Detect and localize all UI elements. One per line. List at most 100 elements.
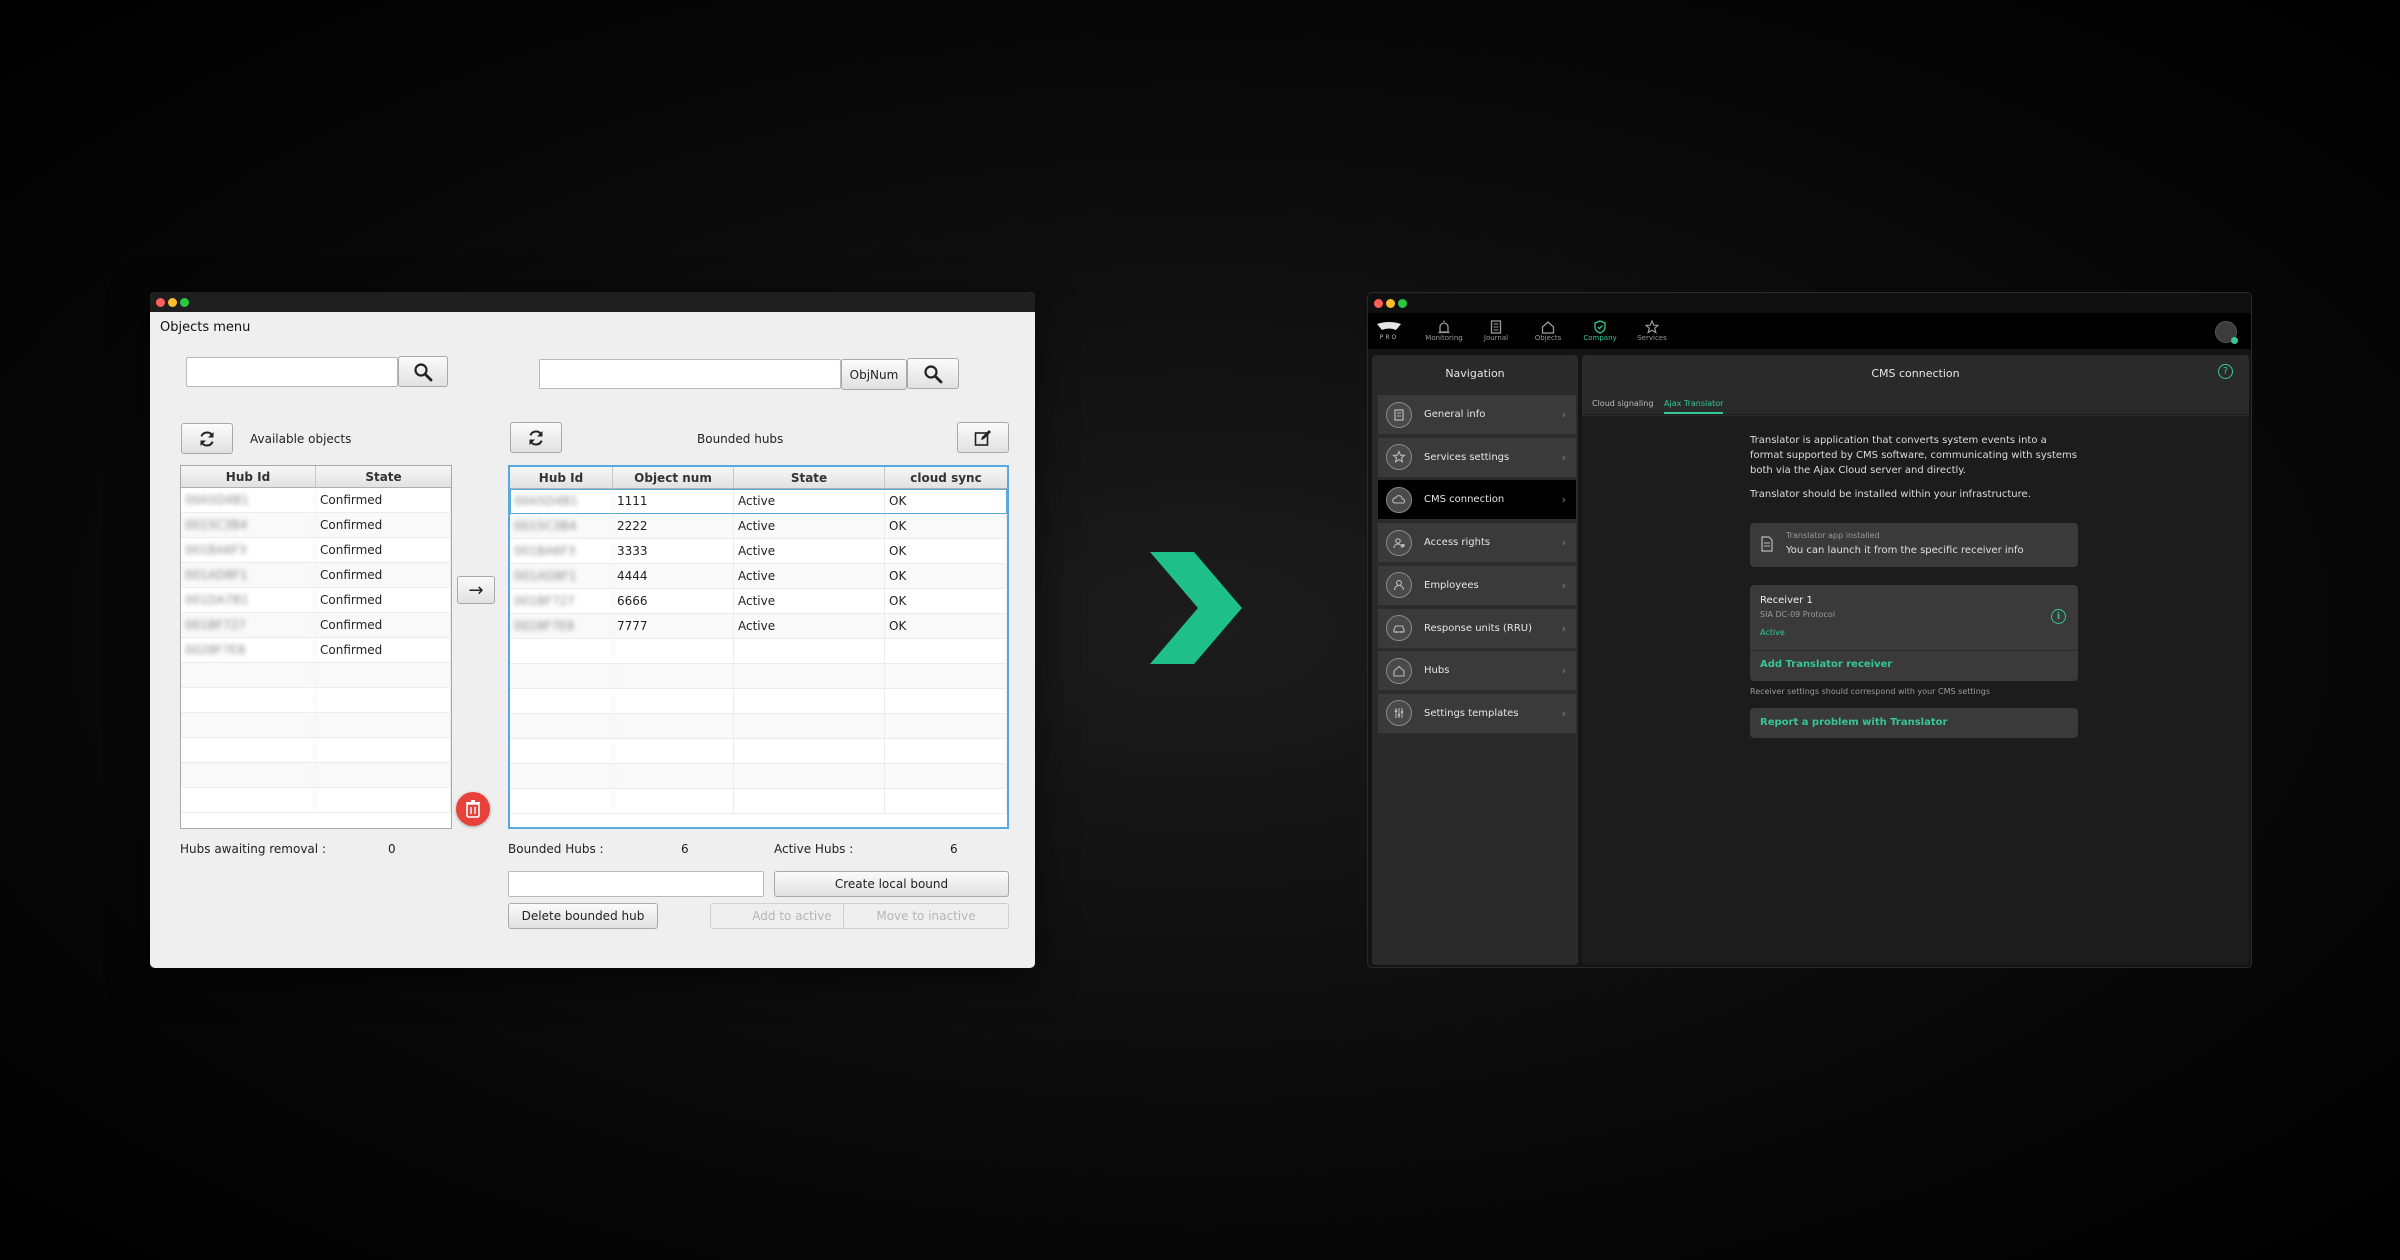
column-header[interactable]: cloud sync — [885, 467, 1007, 488]
sidebar-item-response-units[interactable]: Response units (RRU) › — [1378, 608, 1576, 649]
hub-id-cell: 001BF727 — [181, 613, 316, 637]
nav-company[interactable]: Company — [1574, 313, 1626, 349]
table-row[interactable] — [181, 738, 451, 763]
chevron-right-icon: › — [1561, 621, 1566, 635]
available-search-input[interactable] — [186, 357, 398, 387]
object-num-cell: 1111 — [613, 489, 734, 513]
table-row[interactable] — [510, 714, 1007, 739]
table-row[interactable]: 00A5D4B1 Confirmed — [181, 488, 451, 513]
transfer-arrow-button[interactable]: → — [457, 576, 495, 604]
nav-objects[interactable]: Objects — [1522, 313, 1574, 349]
table-row[interactable] — [181, 688, 451, 713]
report-problem-button[interactable]: Report a problem with Translator — [1750, 708, 2078, 738]
sidebar-item-hubs[interactable]: Hubs › — [1378, 651, 1576, 692]
object-num-cell: 2222 — [613, 514, 734, 538]
local-bound-input[interactable] — [508, 871, 764, 897]
cloud-sync-cell — [885, 789, 1007, 813]
delete-available-button[interactable] — [456, 792, 490, 826]
table-row[interactable]: 001DA7B1 Confirmed — [181, 588, 451, 613]
close-window-button[interactable] — [1374, 299, 1383, 308]
alarm-icon — [1438, 320, 1450, 334]
bounded-search-button[interactable] — [907, 358, 959, 389]
table-row[interactable]: 0028F7E8 Confirmed — [181, 638, 451, 663]
maximize-window-button[interactable] — [1398, 299, 1407, 308]
left-titlebar — [150, 292, 1035, 312]
refresh-available-button[interactable] — [181, 423, 233, 454]
user-avatar[interactable] — [2215, 321, 2238, 344]
nav-journal[interactable]: Journal — [1470, 313, 1522, 349]
table-row[interactable]: 0015C3B4 2222 Active OK — [510, 514, 1007, 539]
column-header[interactable]: State — [734, 467, 885, 488]
sidebar-item-employees[interactable]: Employees › — [1378, 565, 1576, 606]
table-row[interactable]: 0028F7E8 7777 Active OK — [510, 614, 1007, 639]
nav-services[interactable]: Services — [1626, 313, 1678, 349]
close-window-button[interactable] — [156, 298, 165, 307]
table-row[interactable] — [181, 713, 451, 738]
table-row[interactable] — [510, 639, 1007, 664]
sidebar-item-settings-templates[interactable]: Settings templates › — [1378, 693, 1576, 734]
refresh-bounded-button[interactable] — [510, 422, 562, 453]
object-num-cell — [613, 739, 734, 763]
column-header[interactable]: Object num — [613, 467, 734, 488]
maximize-window-button[interactable] — [180, 298, 189, 307]
help-icon[interactable]: ? — [2218, 364, 2233, 379]
objnum-button[interactable]: ObjNum — [841, 359, 907, 390]
table-row[interactable]: 001AD8F1 4444 Active OK — [510, 564, 1007, 589]
move-to-inactive-button[interactable]: Move to inactive — [843, 903, 1009, 929]
ajax-logo: PRO — [1374, 317, 1404, 345]
table-row[interactable]: 001AD8F1 Confirmed — [181, 563, 451, 588]
cloud-sync-cell — [885, 689, 1007, 713]
info-icon[interactable]: i — [2051, 609, 2066, 624]
edit-bounded-button[interactable] — [957, 422, 1009, 453]
delete-bounded-hub-button[interactable]: Delete bounded hub — [508, 903, 658, 929]
table-row[interactable]: 00A5D4B1 1111 Active OK — [510, 489, 1007, 514]
hub-id-cell — [181, 688, 316, 712]
object-num-cell — [613, 639, 734, 663]
awaiting-removal-value: 0 — [388, 842, 396, 856]
sidebar-item-access-rights[interactable]: Access rights › — [1378, 523, 1576, 564]
nav-monitoring[interactable]: Monitoring — [1418, 313, 1470, 349]
minimize-window-button[interactable] — [168, 298, 177, 307]
table-row[interactable] — [181, 788, 451, 813]
table-row[interactable]: 001BF727 6666 Active OK — [510, 589, 1007, 614]
minimize-window-button[interactable] — [1386, 299, 1395, 308]
table-row[interactable]: 0015C3B4 Confirmed — [181, 513, 451, 538]
table-row[interactable] — [181, 763, 451, 788]
cloud-sync-cell: OK — [885, 614, 1007, 638]
table-row[interactable] — [510, 764, 1007, 789]
column-header[interactable]: State — [316, 466, 451, 487]
navigation-title: Navigation — [1445, 367, 1505, 380]
table-row[interactable] — [510, 664, 1007, 689]
create-local-bound-button[interactable]: Create local bound — [774, 871, 1009, 897]
sidebar-item-general-info[interactable]: General info › — [1378, 395, 1576, 435]
sidebar-item-services-settings[interactable]: Services settings › — [1378, 437, 1576, 478]
sidebar-item-label: Employees — [1424, 579, 1479, 591]
home-icon — [1386, 657, 1412, 684]
sidebar-item-cms-connection[interactable]: CMS connection › — [1378, 480, 1576, 521]
table-header: Hub Id State — [181, 466, 451, 488]
receiver-1-item[interactable]: Receiver 1 SIA DC-09 Protocol Active i — [1750, 585, 2078, 651]
table-row[interactable]: 001BF727 Confirmed — [181, 613, 451, 638]
table-row[interactable]: 001BA6F3 Confirmed — [181, 538, 451, 563]
table-row[interactable] — [510, 689, 1007, 714]
refresh-icon — [529, 430, 543, 445]
active-count-value: 6 — [950, 842, 958, 856]
tab-cloud-signaling[interactable]: Cloud signaling — [1592, 399, 1653, 408]
column-header[interactable]: Hub Id — [510, 467, 613, 488]
hub-id-cell — [181, 788, 316, 812]
refresh-icon — [200, 431, 214, 446]
column-header[interactable]: Hub Id — [181, 466, 316, 487]
available-search-button[interactable] — [398, 356, 448, 387]
objects-menu-title: Objects menu — [160, 320, 251, 335]
tab-ajax-translator[interactable]: Ajax Translator — [1664, 399, 1724, 414]
add-translator-receiver-button[interactable]: Add Translator receiver — [1760, 659, 1892, 670]
table-row[interactable] — [181, 663, 451, 688]
table-row[interactable]: 001BA6F3 3333 Active OK — [510, 539, 1007, 564]
table-body: 00A5D4B1 Confirmed 0015C3B4 Confirmed 001BA6… — [181, 488, 451, 813]
star-icon — [1386, 444, 1412, 471]
hub-id-cell: 0015C3B4 — [181, 513, 316, 537]
hub-id-cell: 0028F7E8 — [510, 614, 613, 638]
table-row[interactable] — [510, 739, 1007, 764]
bounded-search-input[interactable] — [539, 359, 841, 389]
table-row[interactable] — [510, 789, 1007, 814]
